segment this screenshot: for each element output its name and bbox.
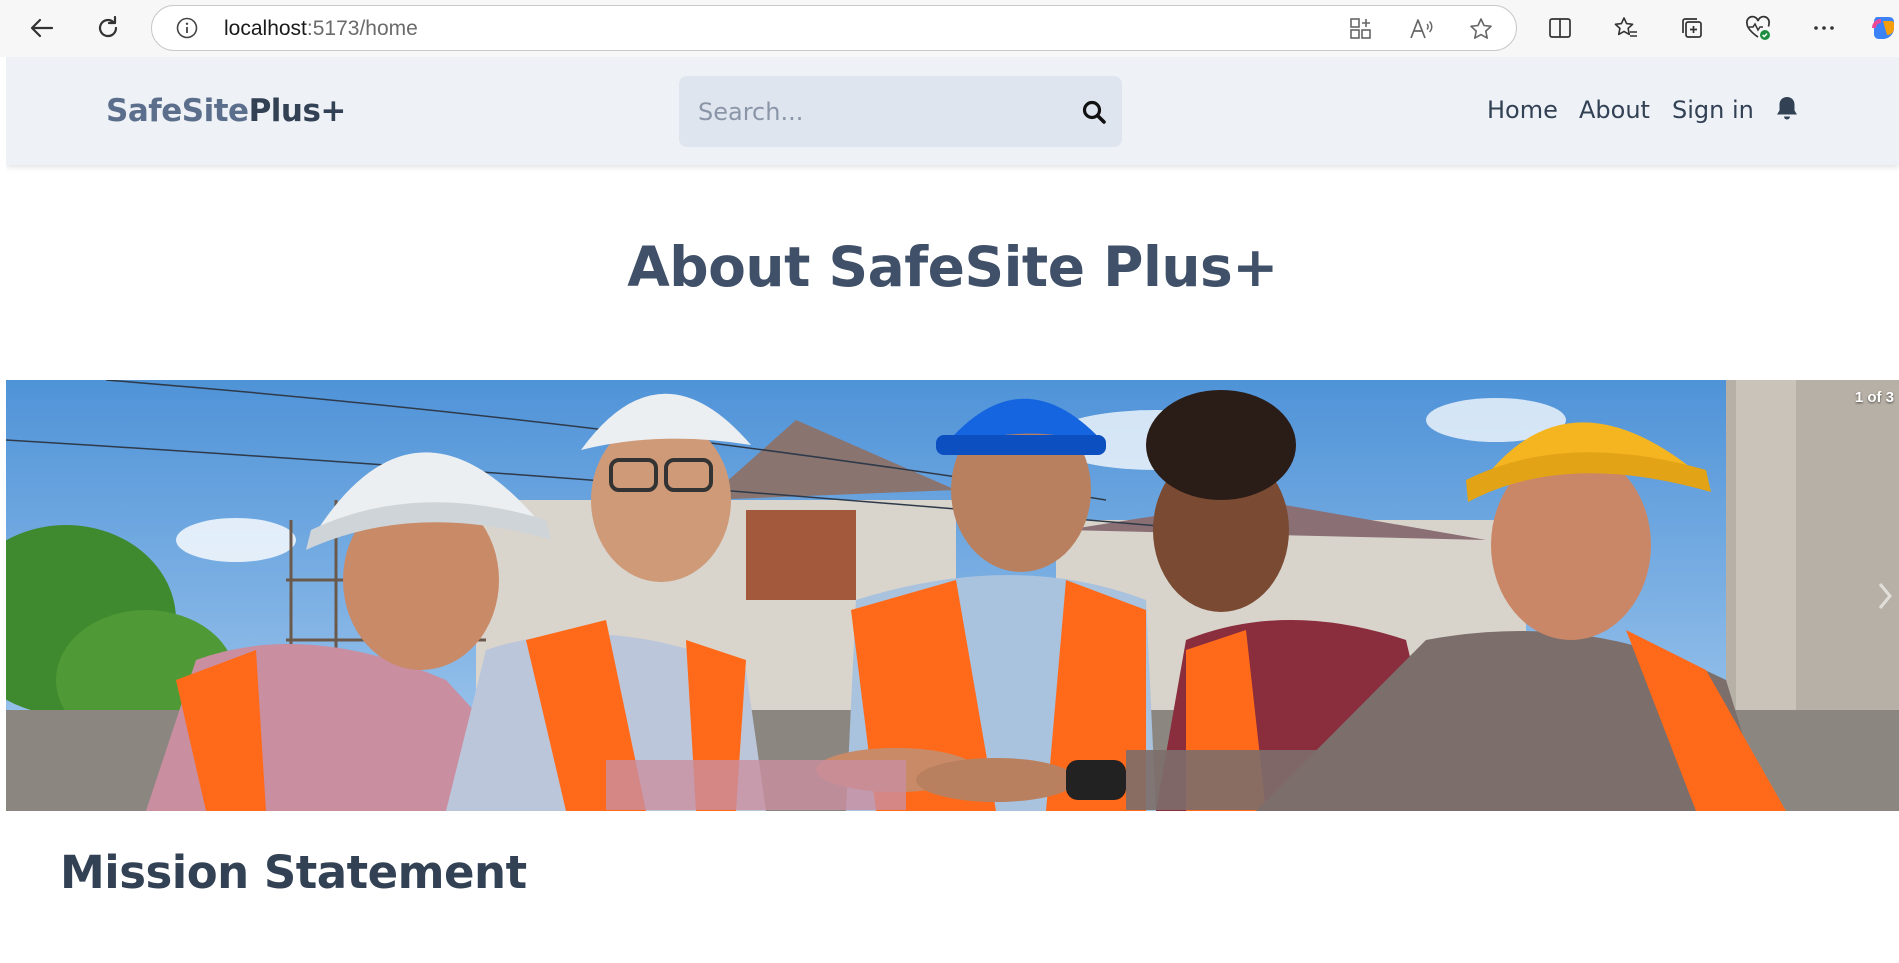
browser-toolbar: localhost:5173/home bbox=[0, 0, 1899, 57]
app-available-icon[interactable] bbox=[1348, 16, 1374, 42]
site-navbar: SafeSitePlus+ Home About Sign in bbox=[6, 57, 1899, 165]
favorite-star-icon[interactable] bbox=[1468, 16, 1494, 42]
copilot-button[interactable] bbox=[1869, 13, 1899, 43]
brand-name-part1: SafeSite bbox=[106, 93, 249, 129]
settings-more-button[interactable] bbox=[1809, 13, 1839, 43]
copilot-icon bbox=[1872, 17, 1894, 39]
split-screen-button[interactable] bbox=[1545, 13, 1575, 43]
more-dots-icon bbox=[1814, 26, 1834, 30]
image-carousel[interactable]: 1 of 3 bbox=[6, 380, 1899, 811]
back-arrow-icon bbox=[30, 18, 54, 38]
refresh-icon bbox=[98, 15, 118, 38]
split-screen-icon bbox=[1549, 18, 1571, 38]
collections-icon bbox=[1682, 18, 1702, 38]
refresh-button[interactable] bbox=[92, 12, 124, 44]
nav-link-about[interactable]: About bbox=[1579, 96, 1650, 124]
construction-team-photo bbox=[6, 380, 1899, 811]
heart-pulse-icon bbox=[1746, 15, 1770, 40]
carousel-next-arrow-icon[interactable] bbox=[1875, 576, 1895, 616]
url-host: localhost bbox=[224, 17, 307, 40]
about-heading: About SafeSite Plus+ bbox=[627, 235, 1278, 299]
url-text: localhost:5173/home bbox=[224, 17, 418, 41]
favorites-icon bbox=[1614, 17, 1637, 37]
carousel-counter: 1 of 3 bbox=[1854, 389, 1894, 406]
info-icon[interactable] bbox=[176, 17, 198, 39]
site-logo[interactable]: SafeSitePlus+ bbox=[106, 93, 346, 129]
back-button[interactable] bbox=[26, 12, 58, 44]
search-box bbox=[679, 76, 1122, 147]
search-icon[interactable] bbox=[1081, 99, 1107, 125]
page-viewport: SafeSitePlus+ Home About Sign in About S… bbox=[6, 57, 1899, 963]
brand-name-part2: Plus+ bbox=[248, 93, 347, 129]
read-aloud-icon[interactable] bbox=[1408, 16, 1434, 42]
mission-statement-heading: Mission Statement bbox=[60, 846, 527, 899]
collections-button[interactable] bbox=[1677, 13, 1707, 43]
favorites-button[interactable] bbox=[1611, 13, 1641, 43]
search-input[interactable] bbox=[679, 76, 1069, 147]
browser-essentials-button[interactable] bbox=[1743, 13, 1773, 43]
url-path: :5173/home bbox=[306, 17, 418, 40]
address-bar[interactable]: localhost:5173/home bbox=[151, 5, 1517, 51]
nav-link-home[interactable]: Home bbox=[1487, 96, 1558, 124]
nav-link-sign-in[interactable]: Sign in bbox=[1672, 96, 1754, 124]
notification-bell-icon[interactable] bbox=[1774, 94, 1800, 122]
